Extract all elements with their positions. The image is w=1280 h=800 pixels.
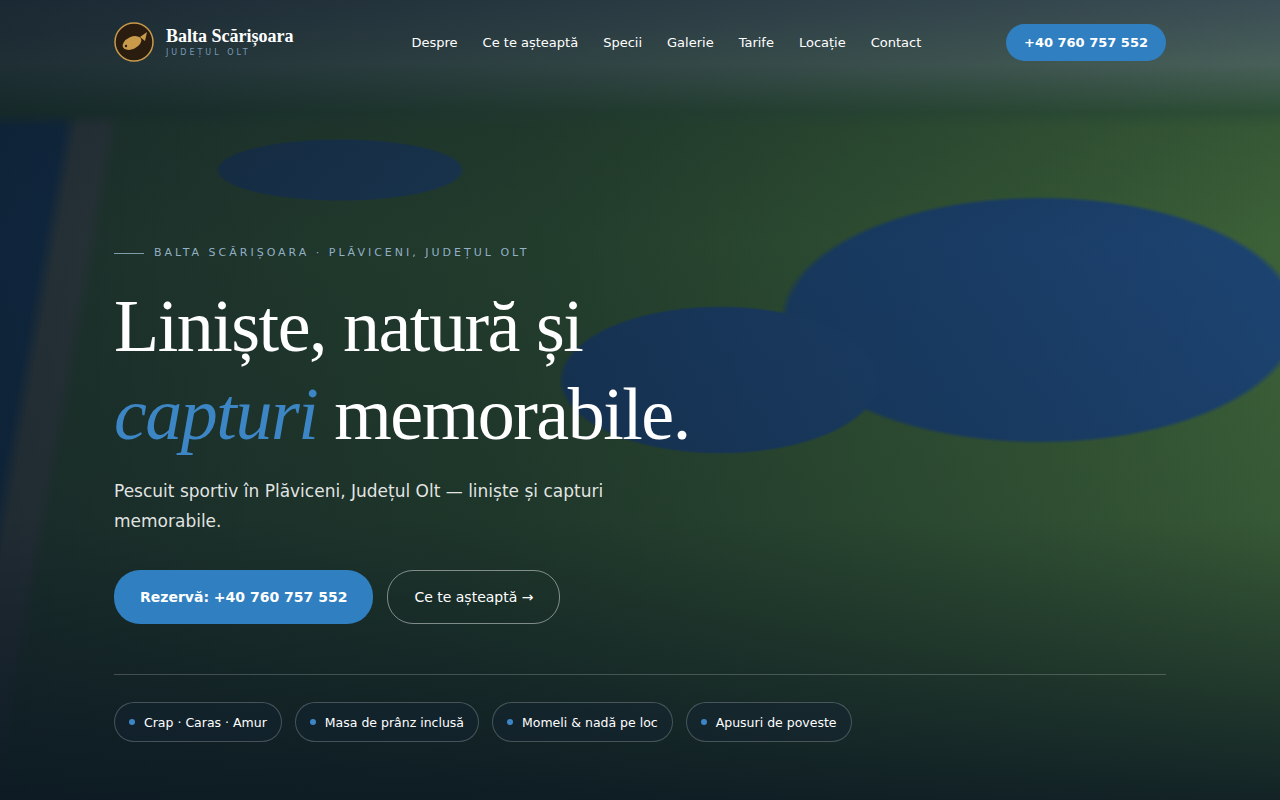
title-line: Liniște, natură și [114,282,1166,370]
nav-item[interactable]: Contact [871,35,922,50]
discover-button[interactable]: Ce te așteaptă → [387,570,560,624]
dot-icon [310,719,316,725]
title-line: capturi memorabile. [114,370,1166,458]
feature-pill: Masa de prânz inclusă [295,702,479,742]
title-accent: capturi [114,373,317,455]
brand-name: Balta Scărișoara [166,25,294,47]
header: Balta ScărișoaraJUDEȚUL OLT Despre Ce te a… [114,22,1166,62]
feature-pill: Momeli & nadă pe loc [492,702,673,742]
nav-item[interactable]: Despre [412,35,458,50]
dot-icon [129,719,135,725]
nav-item[interactable]: Specii [603,35,642,50]
hero: BALTA SCĂRIȘOARA · PLĂVICENI, JUDEȚUL OL… [114,246,1166,742]
eyebrow: BALTA SCĂRIȘOARA · PLĂVICENI, JUDEȚUL OL… [114,246,1166,260]
brand-tagline: JUDEȚUL OLT [166,47,294,59]
divider [114,674,1166,675]
nav-item[interactable]: Tarife [739,35,774,50]
hero-subtitle: Pescuit sportiv în Plăviceni, Județul Ol… [114,476,614,536]
feature-label: Masa de prânz inclusă [325,715,464,730]
nav-item[interactable]: Locație [799,35,846,50]
page: Balta ScărișoaraJUDEȚUL OLT Despre Ce te a… [0,0,1280,800]
nav: Despre Ce te așteaptă Specii Galerie Tarife L… [412,35,922,50]
content: Balta ScărișoaraJUDEȚUL OLT Despre Ce te a… [0,0,1280,742]
feature-pill: Apusuri de poveste [686,702,852,742]
nav-item[interactable]: Ce te așteaptă [483,35,579,50]
dot-icon [701,719,707,725]
feature-label: Crap · Caras · Amur [144,715,267,730]
feature-pill: Crap · Caras · Amur [114,702,282,742]
fish-logo-icon [114,22,154,62]
feature-list: Crap · Caras · Amur Masa de prânz inclusă… [114,702,1166,742]
hero-title: Liniște, natură șicapturi memorabile. [114,282,1166,458]
feature-label: Apusuri de poveste [716,715,837,730]
dot-icon [507,719,513,725]
brand[interactable]: Balta ScărișoaraJUDEȚUL OLT [114,22,294,62]
reserve-button[interactable]: Rezervă: +40 760 757 552 [114,570,373,624]
phone-button[interactable]: +40 760 757 552 [1006,24,1166,61]
eyebrow-text: BALTA SCĂRIȘOARA · PLĂVICENI, JUDEȚUL OL… [154,246,529,260]
hero-buttons: Rezervă: +40 760 757 552 Ce te așteaptă → [114,570,1166,624]
nav-item[interactable]: Galerie [667,35,714,50]
feature-label: Momeli & nadă pe loc [522,715,658,730]
eyebrow-line [114,253,144,254]
brand-text: Balta ScărișoaraJUDEȚUL OLT [166,25,294,59]
